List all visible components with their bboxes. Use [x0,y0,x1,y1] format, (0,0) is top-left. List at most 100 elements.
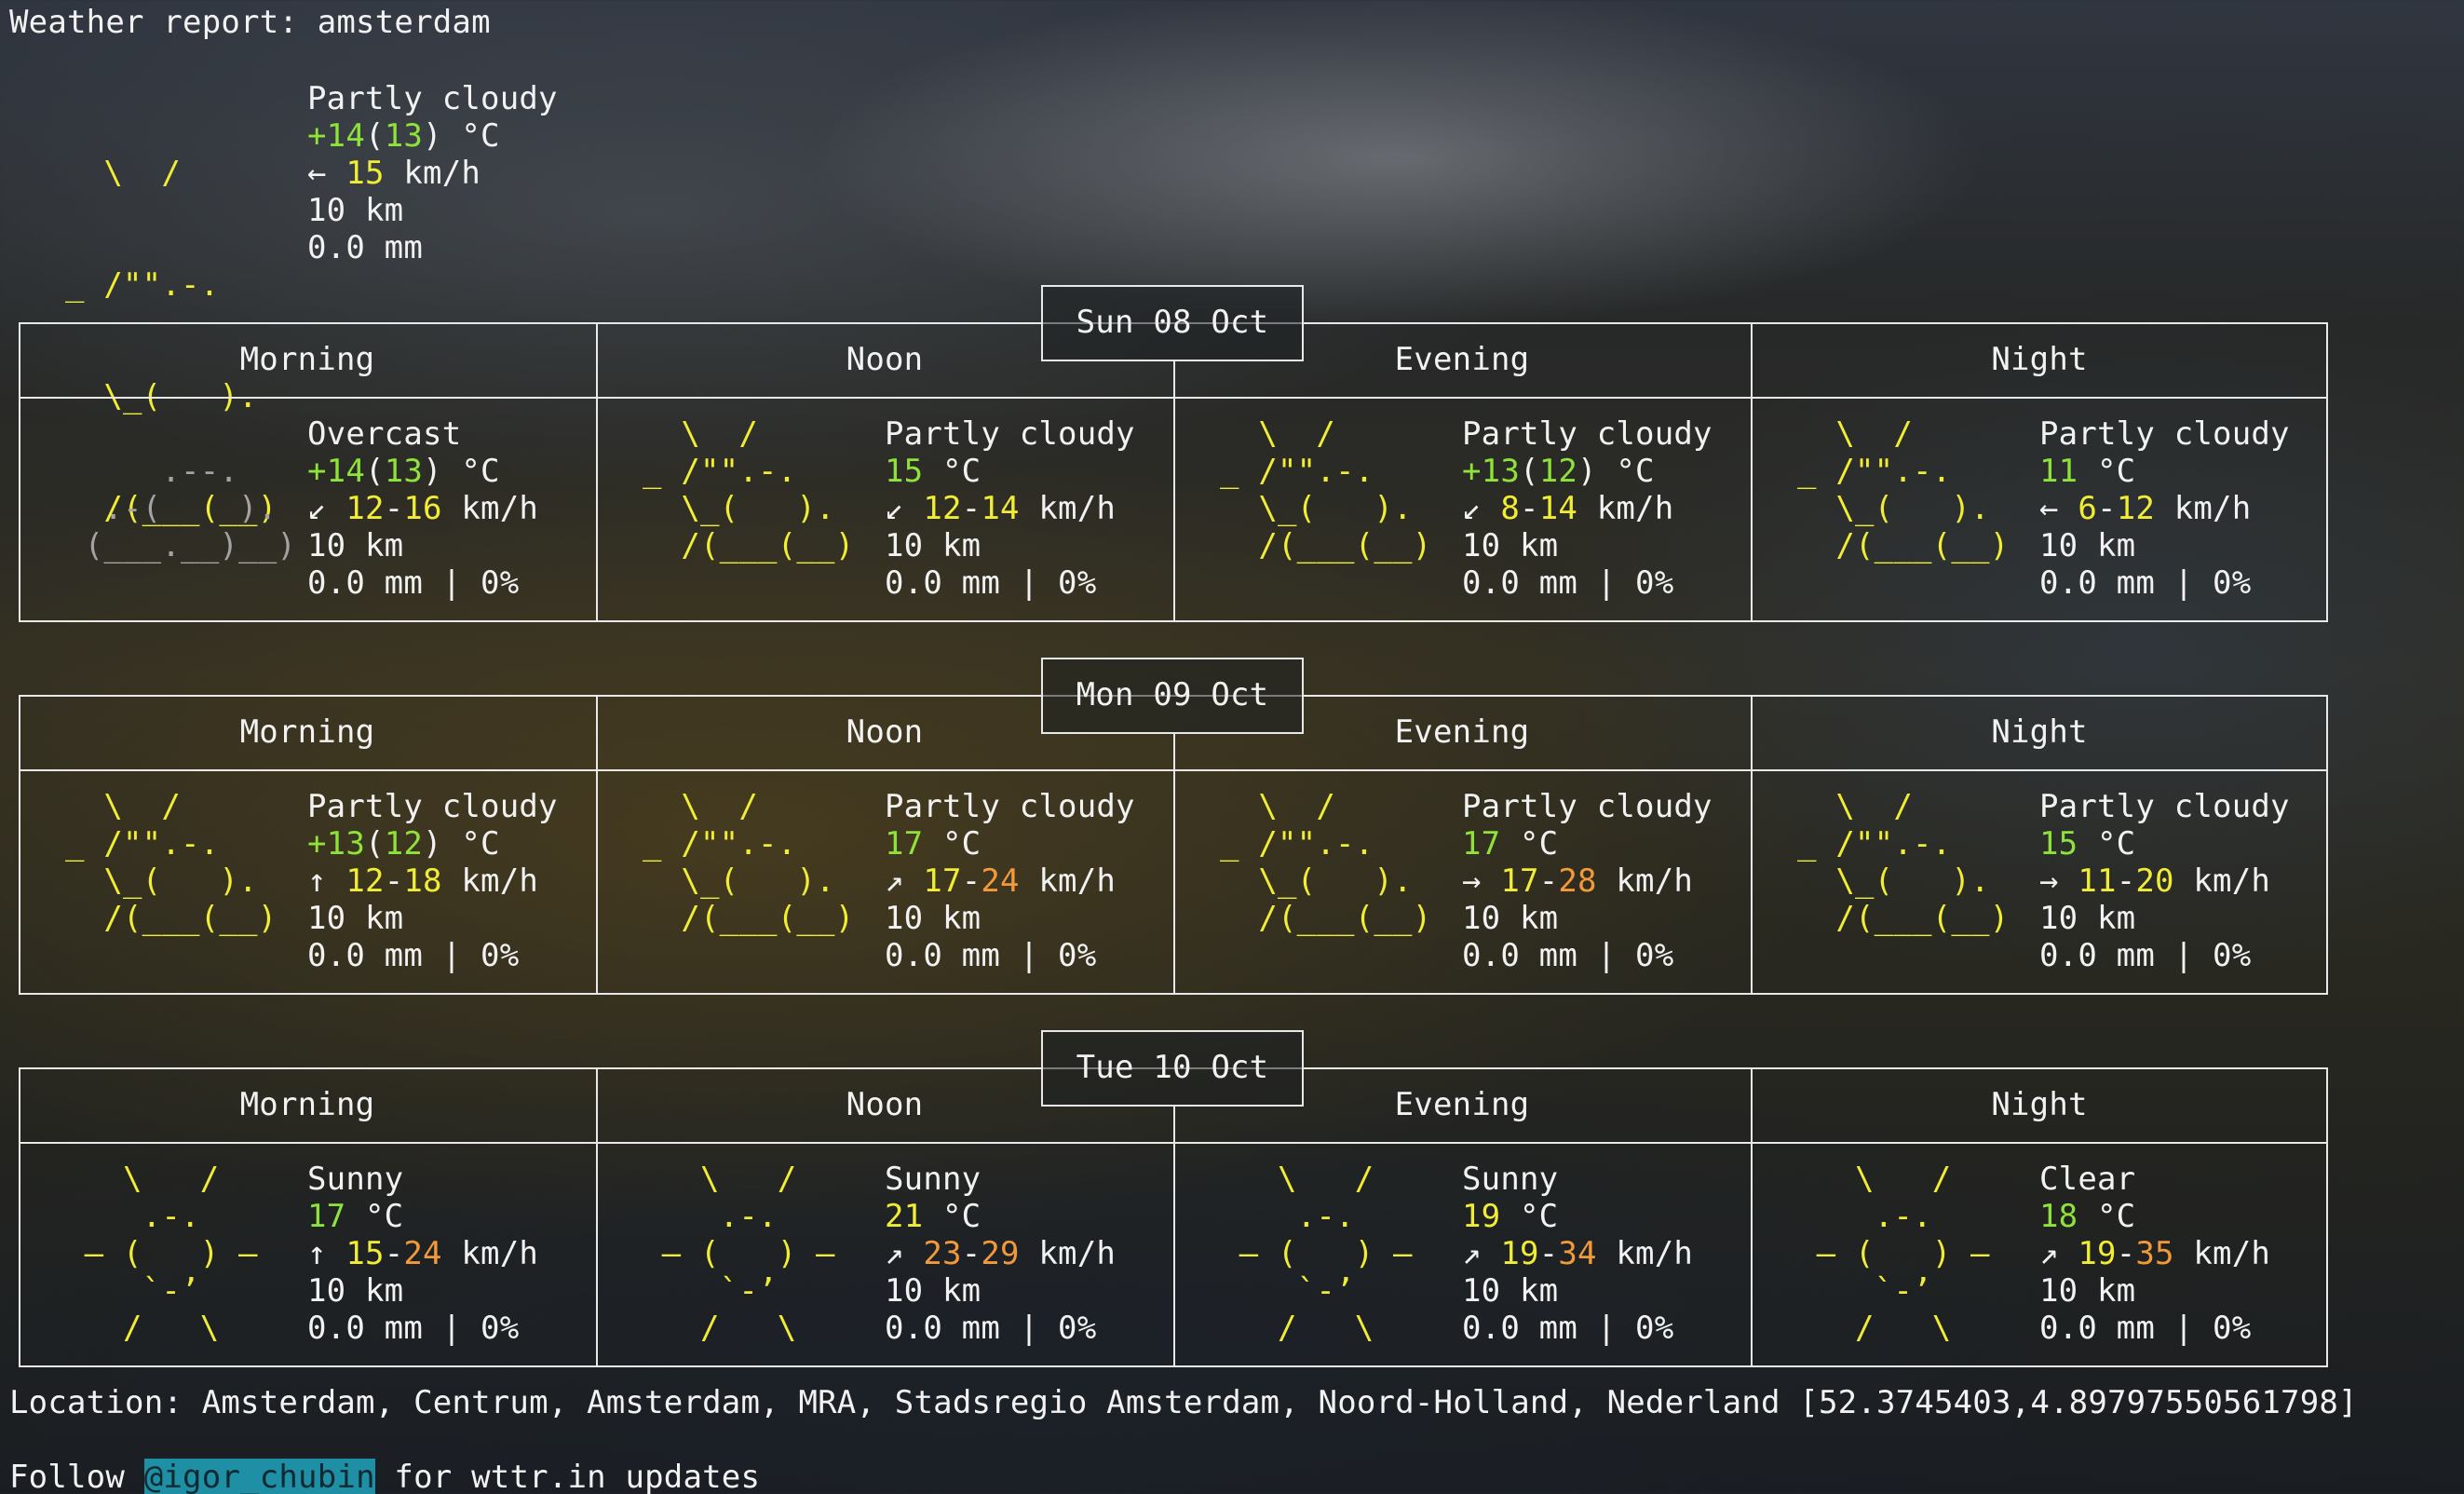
temperature: 18 °C [2039,1198,2136,1235]
visibility: 10 km [2039,900,2136,937]
column-header-morning: Morning [239,341,375,378]
visibility: 10 km [885,527,982,564]
precipitation: 0.0 mm | 0% [1462,937,1674,974]
weather-art-icon: .--. .-( ). (___.__)__) [65,453,297,564]
wind: ↗ 17-24 km/h [885,862,1117,900]
condition-text: Partly cloudy [885,415,1135,453]
temperature: 17 °C [885,825,982,862]
wind-arrow-icon: → [2039,862,2078,900]
wind-arrow-icon: ← [307,155,327,192]
date-label: Tue 10 Oct [1076,1049,1269,1086]
precipitation: 0.0 mm | 0% [307,1310,520,1347]
column-header-morning: Morning [239,713,375,751]
follow-line: Follow @igor_chubin for wttr.in updates [9,1459,761,1494]
visibility: 10 km [885,1272,982,1310]
condition-text: Partly cloudy [307,788,558,825]
precipitation: 0.0 mm | 0% [2039,937,2252,974]
weather-art-icon: \ / _ /"".-. \_( ). /(___(__) [1220,788,1432,937]
column-header-noon: Noon [846,341,924,378]
weather-art-icon: \ / _ /"".-. \_( ). /(___(__) [1797,788,2010,937]
temperature: 11 °C [2039,453,2136,490]
twitter-handle-link[interactable]: @igor_chubin [143,1459,375,1494]
current-condition: Partly cloudy [307,80,558,117]
weather-art-icon: \ / .-. ― ( ) ― `-’ / \ [643,1161,835,1347]
current-visibility: 10 km [307,192,404,229]
wind: → 17-28 km/h [1462,862,1694,900]
condition-text: Partly cloudy [885,788,1135,825]
temperature: 17 °C [307,1198,404,1235]
wind-arrow-icon: ↗ [885,862,924,900]
column-header-evening: Evening [1394,713,1530,751]
visibility: 10 km [2039,527,2136,564]
visibility: 10 km [2039,1272,2136,1310]
wind-arrow-icon: ↑ [307,862,346,900]
condition-text: Partly cloudy [2039,415,2290,453]
precipitation: 0.0 mm | 0% [307,564,520,602]
wind-arrow-icon: ↙ [885,490,924,527]
weather-art-icon: \ / .-. ― ( ) ― `-’ / \ [1797,1161,1990,1347]
wind-arrow-icon: ↗ [2039,1235,2078,1272]
column-header-night: Night [1991,1086,2088,1123]
temperature: 21 °C [885,1198,982,1235]
column-header-night: Night [1991,341,2088,378]
condition-text: Partly cloudy [1462,415,1713,453]
wind: ↗ 19-34 km/h [1462,1235,1694,1272]
precipitation: 0.0 mm | 0% [885,1310,1097,1347]
wind-arrow-icon: ← [2039,490,2078,527]
condition-text: Partly cloudy [1462,788,1713,825]
temperature: +14(13) °C [307,453,500,490]
weather-art-icon: \ / _ /"".-. \_( ). /(___(__) [1220,415,1432,564]
column-header-evening: Evening [1394,341,1530,378]
column-header-night: Night [1991,713,2088,751]
weather-art-icon: \ / .-. ― ( ) ― `-’ / \ [65,1161,258,1347]
wind: ↑ 12-18 km/h [307,862,539,900]
current-precipitation: 0.0 mm [307,229,424,266]
wind-arrow-icon: ↙ [1462,490,1501,527]
report-title: Weather report: amsterdam [9,4,491,41]
visibility: 10 km [1462,527,1559,564]
visibility: 10 km [307,1272,404,1310]
precipitation: 0.0 mm | 0% [1462,1310,1674,1347]
visibility: 10 km [307,527,404,564]
visibility: 10 km [1462,900,1559,937]
current-temperature: +14(13) °C [307,117,500,155]
weather-art-icon: \ / _ /"".-. \_( ). /(___(__) [643,415,855,564]
weather-art-icon: \ / _ /"".-. \_( ). /(___(__) [643,788,855,937]
temperature: 19 °C [1462,1198,1559,1235]
wind-arrow-icon: → [1462,862,1501,900]
column-divider [1173,1105,1175,1367]
temperature: 15 °C [885,453,982,490]
wind: ↙ 8-14 km/h [1462,490,1674,527]
precipitation: 0.0 mm | 0% [2039,564,2252,602]
weather-art-icon: \ / _ /"".-. \_( ). /(___(__) [65,788,278,937]
wind: ↑ 15-24 km/h [307,1235,539,1272]
wind-arrow-icon: ↗ [1462,1235,1501,1272]
wind: ↗ 19-35 km/h [2039,1235,2271,1272]
weather-art-icon: \ / .-. ― ( ) ― `-’ / \ [1220,1161,1413,1347]
wind: → 11-20 km/h [2039,862,2271,900]
temperature: +13(12) °C [307,825,500,862]
visibility: 10 km [885,900,982,937]
wind-arrow-icon: ↙ [307,490,346,527]
condition-text: Sunny [307,1161,404,1198]
wind: ↙ 12-16 km/h [307,490,539,527]
condition-text: Sunny [1462,1161,1559,1198]
wind: ↗ 23-29 km/h [885,1235,1117,1272]
wind: ↙ 12-14 km/h [885,490,1117,527]
precipitation: 0.0 mm | 0% [2039,1310,2252,1347]
wind-arrow-icon: ↑ [307,1235,346,1272]
column-header-evening: Evening [1394,1086,1530,1123]
temperature: 17 °C [1462,825,1559,862]
condition-text: Overcast [307,415,462,453]
visibility: 10 km [307,900,404,937]
precipitation: 0.0 mm | 0% [307,937,520,974]
temperature: 15 °C [2039,825,2136,862]
precipitation: 0.0 mm | 0% [885,564,1097,602]
column-header-morning: Morning [239,1086,375,1123]
wind: ← 6-12 km/h [2039,490,2252,527]
precipitation: 0.0 mm | 0% [885,937,1097,974]
temperature: +13(12) °C [1462,453,1655,490]
condition-text: Partly cloudy [2039,788,2290,825]
condition-text: Sunny [885,1161,982,1198]
visibility: 10 km [1462,1272,1559,1310]
